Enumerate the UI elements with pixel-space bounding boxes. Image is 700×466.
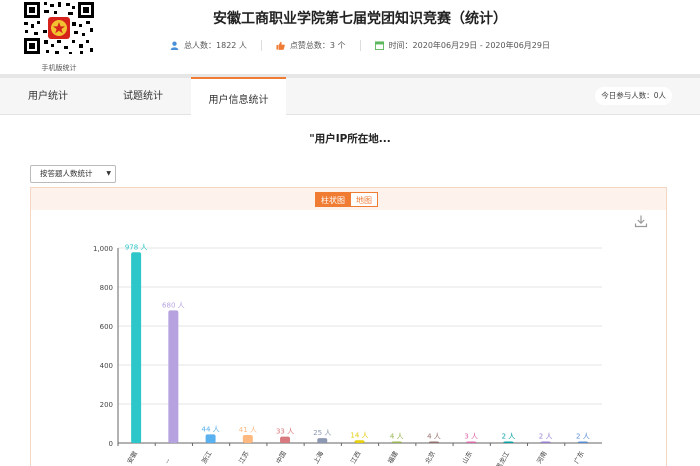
y-tick-label: 1,000	[93, 245, 113, 253]
bar-data-label: 3 人	[464, 433, 478, 441]
bar-data-label: 4 人	[390, 433, 404, 441]
x-tick-label: 江苏	[236, 449, 251, 465]
x-tick-label: 福建	[385, 449, 400, 465]
stat-mode-select-value: 按答题人数统计	[40, 169, 93, 178]
bar-data-label: 33 人	[276, 428, 294, 436]
qr-caption: 手机版统计	[41, 64, 77, 72]
y-tick-label: 0	[109, 440, 113, 448]
tab-question-stats[interactable]: 试题统计	[101, 78, 185, 115]
bar	[503, 441, 514, 443]
bar-data-label: 14 人	[350, 431, 368, 439]
x-tick-label: 中国	[274, 449, 288, 465]
qr-code-icon[interactable]	[22, 0, 96, 56]
caret-down-icon: ▼	[106, 170, 111, 177]
bar	[391, 441, 402, 443]
stat-mode-select[interactable]: 按答题人数统计 ▼	[30, 165, 116, 183]
x-tick-label: 河南	[534, 449, 549, 465]
today-participants-badge: 今日参与人数：0人	[595, 87, 672, 105]
header: 手机版统计 安徽工商职业学院第七届党团知识竞赛（统计） 总人数：1822 人 点…	[0, 0, 700, 74]
bar-data-label: 2 人	[502, 433, 516, 441]
bar-chart: 0 200 400 600 800 1,000 978 人安徽 680 人 -- 44 人浙江 41…	[93, 243, 602, 466]
x-tick-label: 山东	[460, 449, 475, 465]
stat-time-text: 时间：2020年06月29日 - 2020年06月29日	[388, 41, 550, 50]
y-tick-label: 400	[100, 362, 113, 370]
x-tick-label: 广东	[572, 449, 587, 465]
bar	[317, 438, 328, 443]
x-tick-label: 上海	[311, 449, 326, 465]
page-title: 安徽工商职业学院第七届党团知识竞赛（统计）	[213, 11, 507, 27]
bar-data-label: 44 人	[202, 425, 220, 433]
stat-likes-text: 点赞总数：3 个	[289, 41, 346, 50]
bar-data-label: 41 人	[239, 426, 257, 434]
bar	[466, 441, 477, 443]
bar	[280, 436, 291, 443]
x-tick-label: --	[163, 456, 173, 465]
section-title: "用户IP所在地...	[309, 133, 391, 145]
x-tick-label: 浙江	[199, 449, 214, 465]
stat-total-users-text: 总人数：1822 人	[184, 41, 247, 50]
bar	[168, 310, 179, 443]
bar-data-label: 2 人	[576, 433, 590, 441]
tab-user-stats[interactable]: 用户统计	[6, 78, 90, 115]
x-tick-label: 安徽	[125, 449, 140, 465]
stat-time: 时间：2020年06月29日 - 2020年06月29日	[359, 40, 564, 51]
bar-data-label: 680 人	[162, 301, 185, 309]
y-tick-label: 800	[100, 284, 113, 292]
bar	[428, 441, 439, 443]
tabs-bar: 用户统计 试题统计 用户信息统计 今日参与人数：0人	[0, 77, 700, 115]
y-tick-label: 200	[100, 401, 113, 409]
bar-data-label: 2 人	[539, 433, 553, 441]
x-tick-label: 北京	[423, 449, 438, 465]
bar-data-label: 4 人	[427, 433, 441, 441]
main-content: "用户IP所在地... 按答题人数统计 ▼ 柱状图 地图 0 200 400 600 8…	[0, 115, 700, 466]
bar	[577, 441, 588, 443]
user-icon	[170, 41, 179, 50]
bar	[540, 441, 551, 443]
x-tick-label: 黑龙江	[494, 449, 512, 466]
bar-data-label: 978 人	[125, 243, 148, 251]
thumbs-up-icon	[276, 41, 285, 50]
x-tick-label: 江西	[349, 449, 363, 465]
chart-panel: 柱状图 地图 0 200 400 600 800 1,000 978 人安徽 680 人 -- 4…	[30, 187, 667, 466]
qr-code-block: 手机版统计	[22, 0, 96, 73]
stats-row: 总人数：1822 人 点赞总数：3 个 时间：2020年06月29日 - 202…	[150, 40, 570, 51]
calendar-icon	[374, 41, 384, 50]
bar	[205, 434, 216, 443]
stat-total-users: 总人数：1822 人	[156, 40, 261, 51]
y-tick-label: 600	[100, 323, 113, 331]
bar	[131, 252, 142, 443]
bar	[242, 435, 253, 443]
bar-data-label: 25 人	[313, 429, 331, 437]
tab-user-info-stats[interactable]: 用户信息统计	[191, 77, 286, 115]
stat-likes: 点赞总数：3 个	[260, 40, 360, 51]
bar	[354, 440, 365, 443]
